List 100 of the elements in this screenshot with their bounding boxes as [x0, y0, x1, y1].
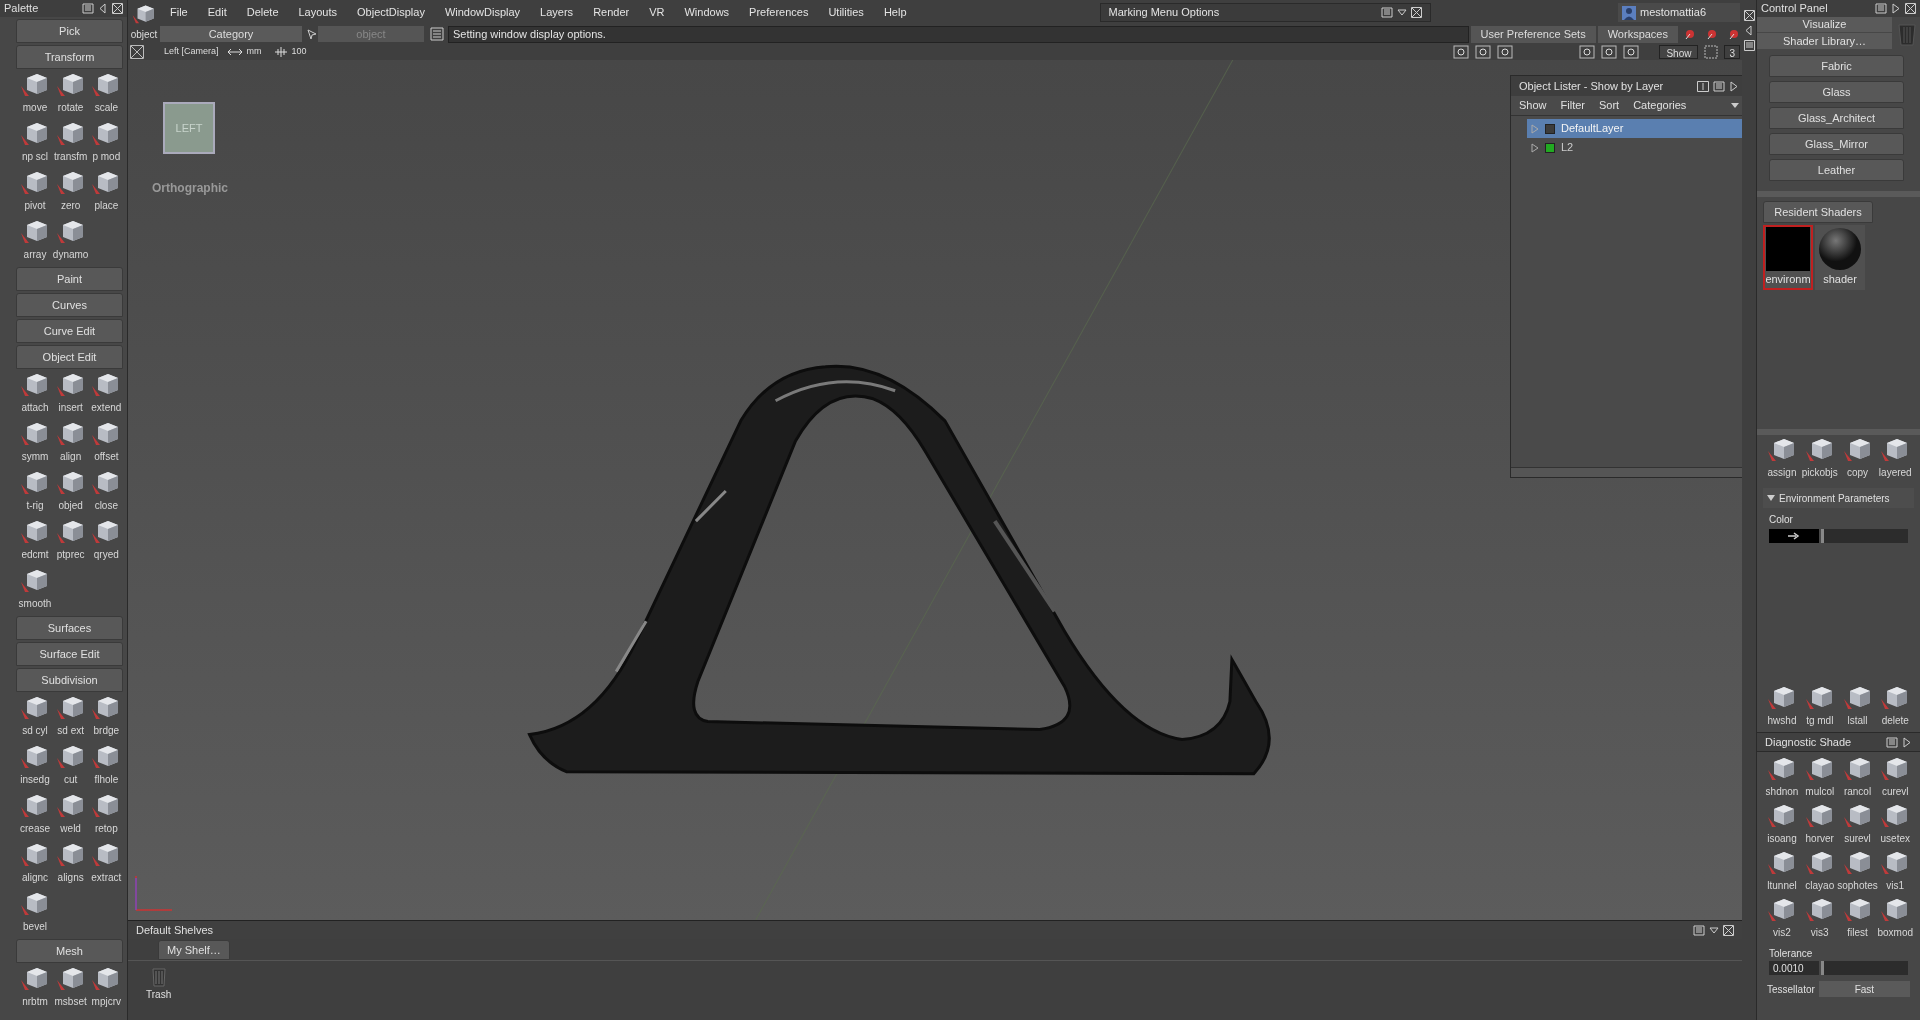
tolerance-slider[interactable] — [1821, 961, 1908, 975]
tool-button[interactable]: sd cyl — [16, 693, 54, 740]
menu-item[interactable]: Preferences — [739, 4, 819, 21]
close-icon[interactable] — [1743, 10, 1755, 21]
shader-library-item[interactable]: Glass — [1769, 81, 1904, 103]
menu-item[interactable]: Edit — [197, 4, 237, 21]
tolerance-field[interactable]: 0.0010 — [1769, 961, 1819, 975]
object-mode-button[interactable]: object — [128, 0, 160, 43]
pick-cursor-icon[interactable] — [306, 28, 318, 40]
expand-arrow-icon[interactable] — [1531, 142, 1539, 153]
shader-library-item[interactable]: Glass_Mirror — [1769, 133, 1904, 155]
tool-button[interactable]: delete — [1876, 683, 1915, 730]
tool-button[interactable]: rancol — [1838, 754, 1877, 801]
expand-icon[interactable] — [1891, 3, 1901, 14]
palette-section-tab[interactable]: Mesh — [16, 939, 123, 963]
tool-button[interactable]: cut — [51, 742, 90, 789]
tool-button[interactable]: align — [51, 419, 90, 466]
tool-button[interactable]: insedg — [16, 742, 54, 789]
tool-button[interactable]: vis2 — [1763, 895, 1801, 942]
tool-button[interactable]: close — [87, 468, 126, 515]
viewport[interactable]: LEFT Orthographic Object Lister - Show by Layer Show Filter Sort Categories DefaultLayer L2 — [128, 60, 1742, 920]
palette-section-tab[interactable]: Surfaces — [16, 616, 123, 640]
tool-button[interactable]: dynamo — [51, 217, 90, 264]
shader-swatch[interactable]: environm — [1763, 225, 1813, 290]
lister-menu[interactable]: Sort — [1599, 97, 1620, 114]
menu-item[interactable]: Render — [583, 4, 640, 21]
palette-section-tab[interactable]: Curves — [16, 293, 123, 317]
tool-button[interactable]: scale — [87, 70, 126, 117]
toolbar-button[interactable]: Workspaces — [1597, 25, 1678, 43]
expand-icon[interactable] — [1902, 736, 1912, 748]
tool-button[interactable]: boxmod — [1876, 895, 1915, 942]
menu-icon[interactable] — [1693, 924, 1705, 936]
close-icon[interactable] — [112, 3, 123, 14]
palette-section-tab[interactable]: Curve Edit — [16, 319, 123, 343]
tool-button[interactable]: place — [87, 168, 126, 215]
menu-item[interactable]: VR — [639, 4, 675, 21]
palette-section-tab[interactable]: Surface Edit — [16, 642, 123, 666]
palette-section-tab[interactable]: Transform — [16, 45, 123, 69]
palette-section-tab[interactable]: Object Edit — [16, 345, 123, 369]
tool-button[interactable]: pickobjs — [1800, 435, 1839, 482]
tool-button[interactable]: bevel — [16, 889, 54, 936]
menu-icon[interactable] — [1713, 80, 1725, 92]
resident-shaders-tab[interactable]: Resident Shaders — [1763, 201, 1873, 223]
tool-button[interactable]: sd ext — [51, 693, 90, 740]
tool-button[interactable]: edcmt — [16, 517, 54, 564]
tool-button[interactable]: move — [16, 70, 54, 117]
menu-item[interactable]: Utilities — [818, 4, 874, 21]
list-icon[interactable] — [430, 27, 444, 41]
grid-icon[interactable] — [1704, 44, 1719, 59]
slider-thumb[interactable] — [1821, 529, 1824, 543]
tool-button[interactable]: nrbtm — [16, 964, 54, 1011]
tool-button[interactable]: alignc — [16, 840, 54, 887]
menu-item[interactable]: Help — [873, 4, 917, 21]
toolbar-button[interactable]: User Preference Sets — [1470, 25, 1596, 43]
lister-menu[interactable]: Categories — [1633, 97, 1687, 114]
tool-button[interactable]: lstall — [1838, 683, 1877, 730]
tool-button[interactable]: msbset — [51, 964, 90, 1011]
tool-button[interactable]: np scl — [16, 119, 54, 166]
menu-icon[interactable] — [1875, 3, 1887, 14]
menu-icon[interactable] — [1380, 7, 1393, 18]
tool-button[interactable]: p mod — [87, 119, 126, 166]
dropdown-icon[interactable] — [1709, 924, 1719, 936]
menu-item[interactable]: Windows — [674, 4, 740, 21]
tool-button[interactable]: transfm — [51, 119, 90, 166]
tool-button[interactable]: array — [16, 217, 54, 264]
tool-button[interactable]: attach — [16, 370, 54, 417]
slider-thumb[interactable] — [1821, 961, 1824, 975]
category-dropdown[interactable]: Category — [160, 26, 302, 42]
tool-button[interactable]: curevl — [1876, 754, 1915, 801]
tool-button[interactable]: t-rig — [16, 468, 54, 515]
show-button[interactable]: Show — [1659, 44, 1699, 59]
collapse-icon[interactable] — [98, 3, 108, 14]
menu-item[interactable]: Layers — [530, 4, 584, 21]
menu-item[interactable]: ObjectDisplay — [347, 4, 435, 21]
library-dropdown[interactable]: Shader Library… — [1757, 33, 1892, 49]
shelf-tool[interactable]: Trash — [146, 965, 172, 1002]
tool-button[interactable]: clayao — [1800, 848, 1839, 895]
tool-button[interactable]: layered — [1876, 435, 1915, 482]
tool-button[interactable]: mulcol — [1800, 754, 1839, 801]
expand-icon[interactable] — [1729, 80, 1739, 92]
dropdown-icon[interactable] — [1396, 7, 1407, 18]
menu-item[interactable]: Layouts — [288, 4, 348, 21]
tool-button[interactable]: symm — [16, 419, 54, 466]
tool-button[interactable]: shdnon — [1763, 754, 1801, 801]
tool-button[interactable]: extract — [87, 840, 126, 887]
palette-section-tab[interactable]: Subdivision — [16, 668, 123, 692]
close-icon[interactable] — [1410, 7, 1422, 18]
horizontal-scrollbar[interactable] — [1511, 467, 1742, 477]
tool-button[interactable]: sophotes — [1838, 848, 1877, 895]
tessellator-dropdown[interactable]: Fast — [1818, 981, 1910, 997]
menu-item[interactable]: WindowDisplay — [434, 4, 531, 21]
tool-button[interactable]: zero — [51, 168, 90, 215]
tool-button[interactable]: crease — [16, 791, 54, 838]
menu-item[interactable]: Delete — [236, 4, 289, 21]
palette-section-tab[interactable]: Pick — [16, 19, 123, 43]
tool-button[interactable]: offset — [87, 419, 126, 466]
tool-button[interactable]: filest — [1838, 895, 1877, 942]
shader-library-item[interactable]: Leather — [1769, 159, 1904, 181]
tool-button[interactable]: smooth — [16, 566, 54, 613]
tool-button[interactable]: ltunnel — [1763, 848, 1801, 895]
